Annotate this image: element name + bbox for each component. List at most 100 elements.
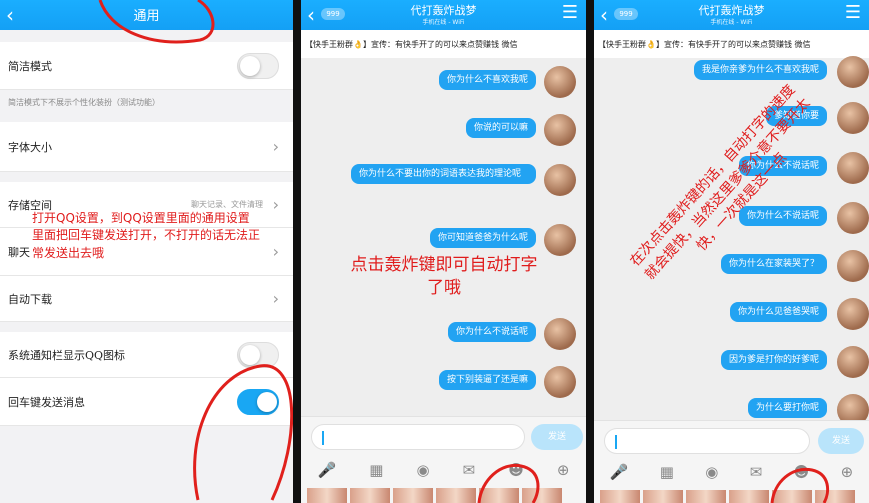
setting-notification-icon[interactable]: 系统通知栏显示QQ图标 (0, 332, 293, 378)
setting-enter-to-send[interactable]: 回车键发送消息 (0, 378, 293, 426)
message-bubble[interactable]: 你为什么不说话呢 (738, 156, 827, 177)
message-bubble[interactable]: 你为什么不喜欢我呢 (438, 70, 536, 91)
setting-label: 字体大小 (8, 140, 52, 154)
group-announcement[interactable]: 【快手王粉群👌】宣传：有快手开了的可以来点赞赚钱 微信 (594, 30, 869, 58)
setting-label: 回车键发送消息 (8, 395, 85, 409)
setting-simple-mode[interactable]: 简洁模式 (0, 42, 293, 90)
message-bubble[interactable]: 你说的可以嘛 (465, 118, 536, 139)
photo-thumbnail[interactable] (436, 488, 476, 503)
chat-toolbar: 🎤 ▦ ◉ ✉ ☻ ⊕ (594, 458, 869, 486)
send-button[interactable]: 发送 (818, 428, 864, 454)
avatar[interactable] (544, 224, 576, 256)
photo-thumbnail[interactable] (643, 490, 683, 503)
emoji-icon[interactable]: ☻ (794, 463, 810, 481)
message-bubble[interactable]: 你为什么见爸爸哭呢 (729, 302, 827, 323)
message-input[interactable] (311, 424, 525, 450)
message-bubble[interactable]: 你可知道爸爸为什么呢 (429, 228, 536, 249)
photo-strip (301, 484, 586, 503)
divider (586, 0, 594, 503)
simple-mode-hint: 简洁模式下不展示个性化装扮（测试功能） (8, 98, 160, 107)
enter-to-send-toggle[interactable] (237, 388, 279, 415)
group-announcement[interactable]: 【快手王粉群👌】宣传：有快手开了的可以来点赞赚钱 微信 (301, 30, 586, 58)
avatar[interactable] (837, 152, 869, 184)
setting-auto-download[interactable]: 自动下载 › (0, 276, 293, 322)
chevron-right-icon: › (272, 195, 279, 214)
avatar[interactable] (837, 346, 869, 378)
avatar[interactable] (837, 298, 869, 330)
setting-chat[interactable]: 聊天 › (0, 228, 293, 276)
input-bar: 发送 (594, 420, 869, 460)
avatar[interactable] (544, 114, 576, 146)
message-bubble[interactable]: 你为什么不要出你的词语表达我的理论呢 (351, 164, 536, 185)
message-bubble[interactable]: 你为什么不说话呢 (738, 206, 827, 227)
photo-thumbnail[interactable] (393, 488, 433, 503)
chevron-right-icon: › (272, 289, 279, 308)
divider (293, 0, 301, 503)
chevron-right-icon: › (272, 137, 279, 156)
emoji-icon[interactable]: ☻ (508, 461, 524, 479)
chat-panel-right: ‹ 999 代打轰炸战梦 手机在线 - WiFi ☰ 【快手王粉群👌】宣传：有快… (594, 0, 869, 503)
red-packet-icon[interactable]: ✉ (463, 461, 476, 479)
send-button[interactable]: 发送 (531, 424, 583, 450)
photo-thumbnail[interactable] (772, 490, 812, 503)
chat-annotation: 点击轰炸键即可自动打字了哦 (350, 255, 538, 298)
mic-icon[interactable]: 🎤 (318, 461, 337, 479)
chat-subtitle: 手机在线 - WiFi (422, 19, 465, 26)
camera-icon[interactable]: ◉ (416, 461, 429, 479)
setting-label: 聊天 (8, 245, 30, 259)
setting-font-size[interactable]: 字体大小 › (0, 122, 293, 172)
mic-icon[interactable]: 🎤 (610, 463, 629, 481)
avatar[interactable] (544, 66, 576, 98)
image-icon[interactable]: ▦ (660, 463, 674, 481)
message-bubble[interactable]: 为什么要打你呢 (747, 398, 827, 419)
avatar[interactable] (837, 250, 869, 282)
message-bubble[interactable]: 因为爹是打你的好爹呢 (720, 350, 827, 371)
avatar[interactable] (837, 56, 869, 88)
image-icon[interactable]: ▦ (369, 461, 383, 479)
plus-icon[interactable]: ⊕ (841, 463, 854, 481)
avatar[interactable] (837, 202, 869, 234)
avatar[interactable] (544, 366, 576, 398)
photo-thumbnail[interactable] (522, 488, 562, 503)
setting-label: 简洁模式 (8, 59, 52, 73)
message-bubble[interactable]: 你为什么不说话呢 (447, 322, 536, 343)
photo-thumbnail[interactable] (729, 490, 769, 503)
settings-top-bar: ‹ 通用 (0, 0, 293, 30)
chat-toolbar: 🎤 ▦ ◉ ✉ ☻ ⊕ (301, 456, 586, 484)
photo-thumbnail[interactable] (686, 490, 726, 503)
simple-mode-toggle[interactable] (237, 52, 279, 79)
storage-value: 聊天记录、文件清理 (191, 200, 263, 209)
menu-icon[interactable]: ☰ (845, 2, 861, 23)
chat-top-bar: ‹ 999 代打轰炸战梦 手机在线 - WiFi ☰ (301, 0, 586, 30)
chat-top-bar: ‹ 999 代打轰炸战梦 手机在线 - WiFi ☰ (594, 0, 869, 30)
chat-subtitle: 手机在线 - WiFi (710, 19, 753, 26)
message-bubble[interactable]: 爹知道你要 (765, 106, 827, 127)
message-bubble[interactable]: 我是你亲爹为什么不喜欢我呢 (693, 60, 827, 81)
settings-panel: ‹ 通用 简洁模式 简洁模式下不展示个性化装扮（测试功能） 字体大小 › 存储空… (0, 0, 293, 503)
avatar[interactable] (544, 164, 576, 196)
chat-panel-left: ‹ 999 代打轰炸战梦 手机在线 - WiFi ☰ 【快手王粉群👌】宣传：有快… (301, 0, 586, 503)
message-bubble[interactable]: 按下别装逼了还是嘛 (438, 370, 536, 391)
page-title: 通用 (133, 9, 160, 24)
notification-icon-toggle[interactable] (237, 341, 279, 368)
plus-icon[interactable]: ⊕ (557, 461, 570, 479)
photo-thumbnail[interactable] (307, 488, 347, 503)
camera-icon[interactable]: ◉ (705, 463, 718, 481)
chat-title: 代打轰炸战梦 (698, 4, 765, 17)
photo-thumbnail[interactable] (479, 488, 519, 503)
avatar[interactable] (544, 318, 576, 350)
photo-thumbnail[interactable] (600, 490, 640, 503)
setting-label: 存储空间 (8, 198, 52, 212)
photo-thumbnail[interactable] (815, 490, 855, 503)
setting-label: 自动下载 (8, 292, 52, 306)
avatar[interactable] (837, 102, 869, 134)
menu-icon[interactable]: ☰ (562, 2, 578, 23)
setting-storage[interactable]: 存储空间 聊天记录、文件清理 › (0, 182, 293, 228)
photo-thumbnail[interactable] (350, 488, 390, 503)
chevron-right-icon: › (272, 242, 279, 261)
red-packet-icon[interactable]: ✉ (750, 463, 763, 481)
message-bubble[interactable]: 你为什么在家装哭了？ (720, 254, 827, 275)
message-input[interactable] (604, 428, 810, 454)
photo-strip (594, 486, 869, 503)
chat-title: 代打轰炸战梦 (410, 4, 477, 17)
